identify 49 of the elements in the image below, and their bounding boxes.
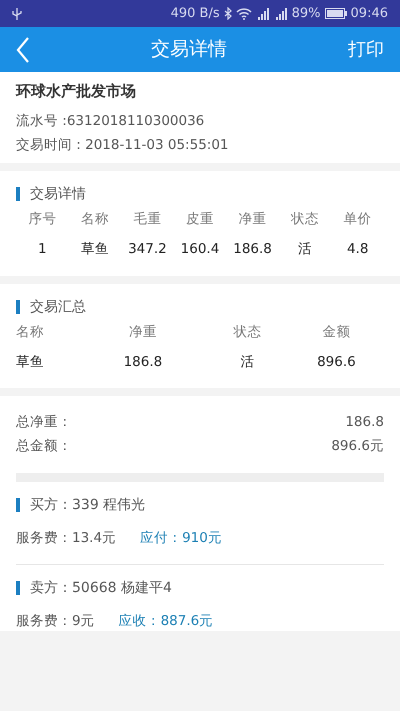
service-fee: 服务费：9元 xyxy=(16,612,95,631)
party-title: 卖方：50668 杨建平4 xyxy=(16,580,384,595)
table-cell-text: 活 xyxy=(297,240,314,260)
amount-due: 应付：910元 xyxy=(140,528,222,548)
battery-icon xyxy=(324,8,347,19)
usb-icon xyxy=(12,6,22,20)
table-cell-text: 4.8 xyxy=(346,240,370,260)
table-cell-text: 草鱼 xyxy=(80,240,110,260)
signal-icon xyxy=(274,8,288,20)
signal-icon xyxy=(256,8,270,20)
total-label: 总净重： xyxy=(16,413,72,432)
total-value: 186.8 xyxy=(345,413,384,432)
amount-due: 应收：887.6元 xyxy=(118,612,214,631)
column-header: 净重 xyxy=(128,322,158,342)
table-cell-text: 186.8 xyxy=(122,352,164,372)
table-cell-text: 186.8 xyxy=(232,240,273,260)
clock: 09:46 xyxy=(350,4,388,23)
column-header: 序号 xyxy=(27,210,58,229)
column-header: 毛重 xyxy=(132,210,162,229)
bluetooth-icon xyxy=(224,7,232,20)
page-title: 交易详情 xyxy=(151,38,227,60)
network-speed: 490 B/s xyxy=(170,4,220,23)
back-icon[interactable] xyxy=(16,36,30,62)
column-header: 状态 xyxy=(290,210,320,229)
wifi-icon xyxy=(236,8,252,20)
print-button[interactable]: 打印 xyxy=(348,36,384,63)
column-header: 名称 xyxy=(80,210,110,229)
total-label: 总金额： xyxy=(16,437,72,456)
party-title: 买方：339 程伟光 xyxy=(16,498,384,512)
serial-number: 流水号 :6312018110300036 xyxy=(16,112,206,130)
table-cell-text: 896.6 xyxy=(316,352,357,372)
column-header: 单价 xyxy=(342,210,373,229)
table-cell-text: 347.2 xyxy=(127,240,168,260)
table-cell-text: 1 xyxy=(36,240,48,260)
service-fee: 服务费：13.4元 xyxy=(16,528,116,548)
column-header: 皮重 xyxy=(184,210,215,229)
total-value: 896.6元 xyxy=(331,437,384,456)
battery-level: 89% xyxy=(292,4,321,23)
table-cell-text: 草鱼 xyxy=(16,352,45,372)
section-title: 交易详情 xyxy=(16,187,384,201)
column-header: 金额 xyxy=(321,322,352,342)
column-header: 净重 xyxy=(238,210,268,229)
column-header: 状态 xyxy=(232,322,263,342)
table-cell-text: 160.4 xyxy=(180,240,220,260)
transaction-time: 交易时间 : 2018-11-03 05:55:01 xyxy=(16,136,230,155)
column-header: 名称 xyxy=(16,322,45,342)
section-title: 交易汇总 xyxy=(16,300,384,314)
market-name: 环球水产批发市场 xyxy=(16,81,137,102)
table-cell-text: 活 xyxy=(240,352,256,372)
